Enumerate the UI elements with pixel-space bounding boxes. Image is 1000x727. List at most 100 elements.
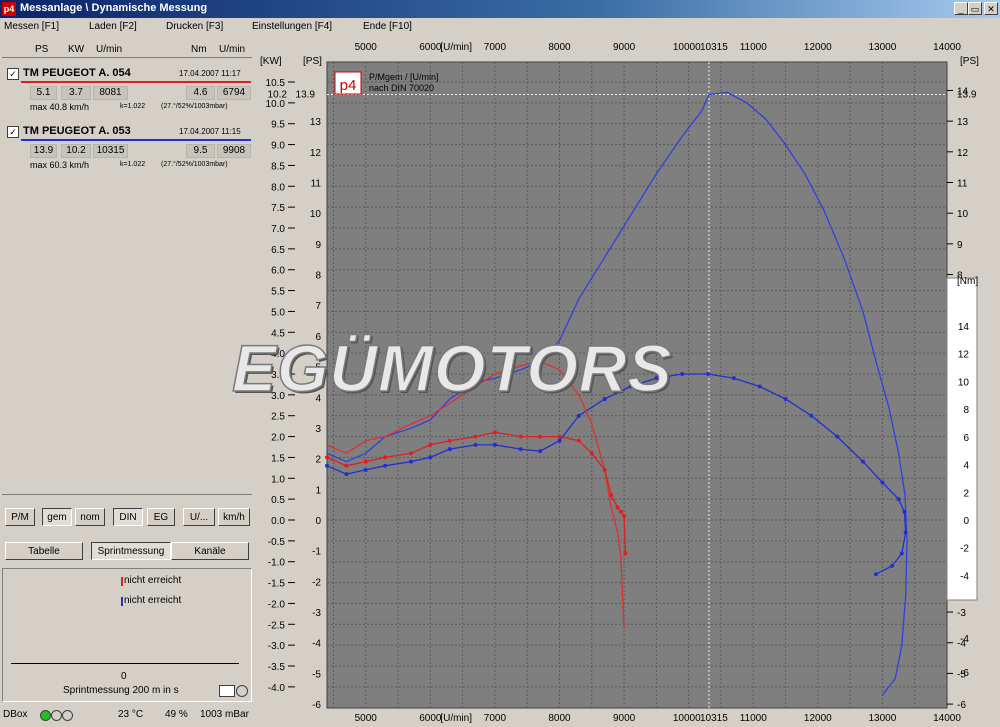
sprint-reset-icon[interactable] xyxy=(236,685,248,697)
nm-tick: 4 xyxy=(963,461,969,472)
data-point xyxy=(538,449,543,454)
x-tick-top: 13000 xyxy=(869,42,897,53)
divider xyxy=(2,494,252,495)
x-tick-top: 6000 xyxy=(419,42,442,53)
x-tick-bottom: 9000 xyxy=(613,713,636,724)
measurement-checkbox[interactable]: ✓ xyxy=(7,68,19,80)
x-tick-bottom: 11000 xyxy=(740,713,768,724)
data-point xyxy=(835,434,840,439)
max-speed: max 40.8 km/h xyxy=(30,102,90,112)
ambient-conditions: (27.°/52%/1003mbar) xyxy=(161,103,228,110)
menu-einstellungen[interactable]: Einstellungen [F4] xyxy=(252,21,332,32)
rpm-toggle-button[interactable]: U/... xyxy=(183,508,215,526)
sprint-axis xyxy=(11,663,239,664)
data-point xyxy=(615,505,620,510)
menu-laden[interactable]: Laden [F2] xyxy=(89,21,137,32)
ps-tick-right: -3 xyxy=(957,608,966,619)
tab-sprintmessung[interactable]: Sprintmessung xyxy=(91,542,171,560)
value-nm: 9.5 xyxy=(186,144,215,158)
kmh-toggle-button[interactable]: km/h xyxy=(218,508,250,526)
tab-tabelle[interactable]: Tabelle xyxy=(5,542,83,560)
din-toggle-button[interactable]: DIN xyxy=(113,508,143,526)
ps-tick-left: 9 xyxy=(315,240,321,251)
measurement-053[interactable]: ✓ TM PEUGEOT A. 053 17.04.2007 11:15 13.… xyxy=(3,124,252,170)
ps-tick-left: 1 xyxy=(315,485,321,496)
red-marker xyxy=(121,577,123,586)
kw-tick: 10.5 xyxy=(266,78,286,89)
kw-tick: 5.5 xyxy=(271,287,285,298)
kw-tick: -2.0 xyxy=(268,599,286,610)
x-tick-top: 10315 xyxy=(700,42,728,53)
data-point xyxy=(903,530,908,535)
measurement-checkbox[interactable]: ✓ xyxy=(7,126,19,138)
value-kw: 10.2 xyxy=(61,144,91,158)
measurement-054[interactable]: ✓ TM PEUGEOT A. 054 17.04.2007 11:17 5.1… xyxy=(3,66,252,112)
ps-tick-left: 11 xyxy=(311,179,322,190)
maximize-button[interactable]: ▭ xyxy=(968,2,982,15)
air-pressure: 1003 mBar xyxy=(200,709,249,720)
data-point xyxy=(383,455,388,460)
data-point xyxy=(783,397,788,402)
data-point xyxy=(731,376,736,381)
kw-tick: -2.5 xyxy=(268,620,286,631)
value-nm: 4.6 xyxy=(186,86,215,100)
x-tick-bottom: 8000 xyxy=(548,713,571,724)
gem-toggle-button[interactable]: gem xyxy=(42,508,72,526)
value-ps: 5.1 xyxy=(30,86,57,100)
nm-tick: 12 xyxy=(958,350,970,361)
data-point xyxy=(473,434,478,439)
kw-tick: -1.5 xyxy=(268,579,286,590)
nm-tick-lower: -6 xyxy=(960,668,969,679)
data-point xyxy=(344,463,349,468)
x-tick-bottom: 12000 xyxy=(804,713,832,724)
menu-messen[interactable]: Messen [F1] xyxy=(4,21,59,32)
kw-axis-label: [KW] xyxy=(260,56,282,67)
close-button[interactable]: ✕ xyxy=(984,2,998,15)
x-axis-label-top: [U/min] xyxy=(440,42,472,53)
minimize-button[interactable]: _ xyxy=(954,2,968,15)
ps-tick-left: -2 xyxy=(312,577,321,588)
tab-kanaele[interactable]: Kanäle xyxy=(171,542,249,560)
header-divider xyxy=(2,57,252,58)
sprint-slider[interactable] xyxy=(219,685,235,697)
kw-tick: -4.0 xyxy=(268,683,286,694)
eg-toggle-button[interactable]: EG xyxy=(147,508,175,526)
data-point xyxy=(428,442,433,447)
blue-marker xyxy=(121,597,123,606)
pm-toggle-button[interactable]: P/M xyxy=(5,508,35,526)
col-nm-rpm: U/min xyxy=(219,44,246,55)
window-title: Messanlage \ Dynamische Messung xyxy=(20,2,208,14)
value-rpm: 10315 xyxy=(93,144,128,158)
ps-tick-left: 7 xyxy=(315,301,321,312)
menu-drucken[interactable]: Drucken [F3] xyxy=(166,21,223,32)
menu-ende[interactable]: Ende [F10] xyxy=(363,21,412,32)
kw-tick: 5.0 xyxy=(271,307,285,318)
correction-factor: k=1.022 xyxy=(120,161,146,168)
x-tick-bottom: 7000 xyxy=(484,713,507,724)
nm-tick: -2 xyxy=(960,544,969,555)
kw-tick: 2.0 xyxy=(271,433,285,444)
data-point xyxy=(623,551,628,556)
ps-tick-left: -3 xyxy=(312,608,321,619)
kw-tick: 0.0 xyxy=(271,516,285,527)
data-point xyxy=(622,513,627,518)
kw-tick: 9.0 xyxy=(271,141,285,152)
peak-ps-right-label: 13.9 xyxy=(957,90,977,101)
ps-tick-left: 3 xyxy=(315,424,321,435)
x-tick-top: 5000 xyxy=(355,42,378,53)
data-point xyxy=(602,467,607,472)
kw-tick: 7.0 xyxy=(271,224,285,235)
data-point xyxy=(890,563,895,568)
data-point xyxy=(363,459,368,464)
watermark: EGÜMOTORS xyxy=(231,330,673,406)
peak-ps-left-label: 13.9 xyxy=(296,90,316,101)
ps-tick-left: -5 xyxy=(312,669,321,680)
nom-toggle-button[interactable]: nom xyxy=(75,508,105,526)
ps-tick-right: 11 xyxy=(957,179,968,190)
col-ps: PS xyxy=(35,44,49,55)
kw-tick: 0.5 xyxy=(271,495,285,506)
measurement-date: 17.04.2007 11:15 xyxy=(179,127,241,136)
data-point xyxy=(809,413,814,418)
peak-kw-label: 10.2 xyxy=(268,90,288,101)
col-nm: Nm xyxy=(191,44,207,55)
